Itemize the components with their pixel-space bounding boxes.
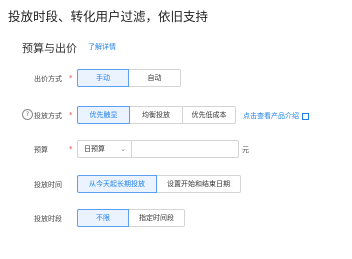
question-circle-icon[interactable]: ? [22, 109, 33, 120]
bid-method-row: 出价方式 * 手动 自动 [0, 69, 352, 87]
product-intro-link[interactable]: 点击查看产品介绍 [243, 111, 309, 121]
time-period-specific-button[interactable]: 指定时间段 [129, 209, 185, 227]
delivery-priority-exposure-button[interactable]: 优先触显 [77, 106, 130, 124]
budget-amount-input[interactable] [130, 140, 239, 158]
section-title: 预算与出价 [22, 42, 77, 55]
time-period-segmented: 不限 指定时间段 [77, 209, 185, 227]
external-link-icon [302, 112, 309, 120]
required-mark: * [69, 145, 73, 153]
time-period-unlimited-button[interactable]: 不限 [77, 209, 129, 227]
delivery-method-row: ? 投放方式 * 优先触显 均衡投放 优先低成本 点击查看产品介绍 [0, 106, 352, 124]
chevron-down-icon: ⌄ [120, 145, 126, 153]
bid-method-segmented: 手动 自动 [77, 69, 181, 87]
delivery-method-label: 投放方式 [34, 112, 62, 120]
schedule-time-row: 投放时间 从今天起长期投放 设置开始和结束日期 [0, 175, 352, 193]
bid-method-manual-button[interactable]: 手动 [77, 69, 129, 87]
page-title: 投放时段、转化用户过滤，依旧支持 [8, 9, 209, 24]
schedule-set-dates-button[interactable]: 设置开始和结束日期 [157, 175, 241, 193]
time-period-label: 投放时段 [34, 215, 62, 223]
schedule-time-label: 投放时间 [34, 181, 62, 189]
bid-method-auto-button[interactable]: 自动 [129, 69, 181, 87]
page: 投放时段、转化用户过滤，依旧支持 预算与出价 了解详情 出价方式 * 手动 自动… [0, 0, 352, 259]
bid-method-label: 出价方式 [34, 75, 62, 83]
learn-more-link[interactable]: 了解详情 [88, 42, 116, 52]
product-intro-link-text: 点击查看产品介绍 [243, 112, 299, 120]
budget-unit: 元 [242, 146, 249, 154]
schedule-long-term-button[interactable]: 从今天起长期投放 [77, 175, 157, 193]
required-mark: * [69, 111, 73, 119]
schedule-time-segmented: 从今天起长期投放 设置开始和结束日期 [77, 175, 241, 193]
delivery-low-cost-button[interactable]: 优先低成本 [183, 106, 236, 124]
delivery-balanced-button[interactable]: 均衡投放 [130, 106, 183, 124]
budget-type-select[interactable]: 日预算 ⌄ [77, 140, 132, 158]
budget-label: 预算 [34, 146, 48, 154]
budget-row: 预算 * 日预算 ⌄ 元 [0, 140, 352, 158]
required-mark: * [69, 74, 73, 82]
budget-type-value: 日预算 [84, 145, 105, 153]
time-period-row: 投放时段 不限 指定时间段 [0, 209, 352, 227]
delivery-method-segmented: 优先触显 均衡投放 优先低成本 [77, 106, 236, 124]
